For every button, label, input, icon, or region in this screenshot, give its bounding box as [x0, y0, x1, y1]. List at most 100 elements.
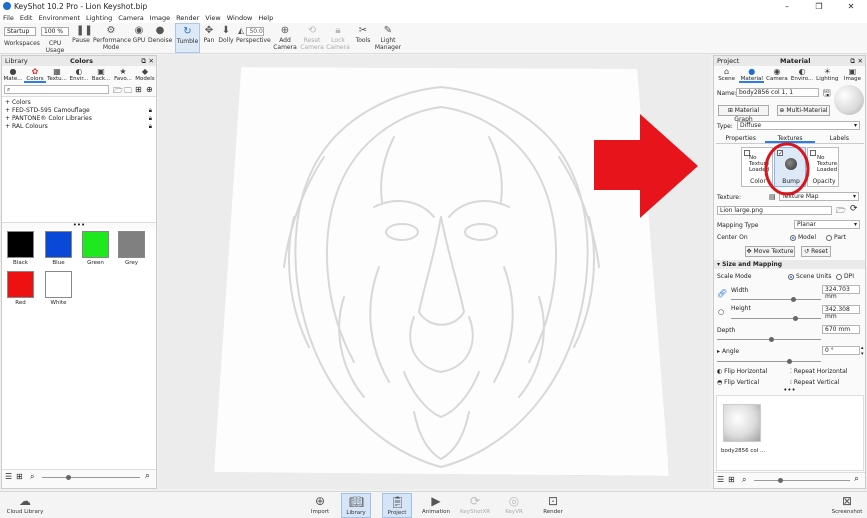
- scene-units-radio[interactable]: Scene Units: [788, 273, 832, 280]
- depth-field[interactable]: 670 mm: [822, 325, 860, 334]
- maximize-button[interactable]: ❐: [803, 0, 835, 13]
- menu-environment[interactable]: Environment: [38, 14, 80, 22]
- save-icon[interactable]: 🖫︎: [823, 86, 831, 102]
- menu-edit[interactable]: Edit: [20, 14, 33, 22]
- menu-lighting[interactable]: Lighting: [86, 14, 112, 22]
- tab-backplates[interactable]: ▣ Back...: [90, 66, 112, 83]
- multi-material-button[interactable]: ⊕ Multi-Material: [777, 105, 830, 116]
- grid-view-icon[interactable]: ⊞: [16, 472, 23, 481]
- width-field[interactable]: 324.703 mm: [822, 285, 860, 300]
- flip-horizontal-toggle[interactable]: ◐ Flip Horizontal: [717, 368, 767, 375]
- add-camera-button[interactable]: ⊕ Add Camera: [273, 23, 297, 51]
- angle-row[interactable]: ▸ Angle: [717, 348, 739, 355]
- menu-window[interactable]: Window: [227, 14, 253, 22]
- menu-camera[interactable]: Camera: [118, 14, 144, 22]
- swatch-black[interactable]: [7, 231, 34, 258]
- move-texture-button[interactable]: ✥ Move Texture: [745, 246, 795, 257]
- performance-mode-button[interactable]: ⚙ Performance Mode: [93, 23, 131, 51]
- project-button[interactable]: 📋︎ Project: [382, 493, 412, 518]
- swatch-red[interactable]: [7, 271, 34, 298]
- keyshotxr-button[interactable]: ⟳ KeyShotXR: [460, 493, 490, 515]
- zoom-in-icon[interactable]: ⌕: [145, 471, 150, 481]
- tools-button[interactable]: ✂ Tools: [354, 23, 372, 45]
- minimize-button[interactable]: –: [771, 0, 803, 13]
- splitter-handle[interactable]: •••: [714, 387, 865, 394]
- keyvr-button[interactable]: ◎ KeyVR: [499, 493, 529, 515]
- menu-view[interactable]: View: [205, 14, 220, 22]
- repeat-vertical-toggle[interactable]: ⁝ Repeat Vertical: [790, 379, 839, 386]
- menu-render[interactable]: Render: [176, 14, 199, 22]
- size-mapping-section-header[interactable]: ▾ Size and Mapping: [714, 260, 865, 269]
- folder-icon[interactable]: 🗁︎: [113, 85, 123, 99]
- zoom-in-icon[interactable]: ⌕: [854, 474, 859, 484]
- material-name-field[interactable]: body2856 col 1, 1: [736, 88, 819, 97]
- center-on-part-radio[interactable]: Part: [826, 234, 846, 241]
- workspace-select[interactable]: Startup: [4, 27, 36, 36]
- swatch-white[interactable]: [45, 271, 72, 298]
- material-type-select[interactable]: Diffuse ▾: [737, 121, 860, 130]
- grid-view-icon[interactable]: ⊞: [135, 85, 142, 94]
- perspective-field[interactable]: 50.0: [246, 26, 265, 36]
- flip-vertical-toggle[interactable]: ◓ Flip Vertical: [717, 379, 759, 386]
- menu-file[interactable]: File: [3, 14, 14, 22]
- height-slider[interactable]: [731, 316, 821, 321]
- tree-item-ral[interactable]: + RAL Colours 🔒︎: [2, 123, 156, 131]
- angle-slider[interactable]: [717, 359, 821, 364]
- pause-button[interactable]: ❚❚ Pause: [72, 23, 93, 45]
- tumble-button[interactable]: ↻ Tumble: [175, 23, 200, 53]
- height-field[interactable]: 342.308 mm: [822, 305, 860, 320]
- crosshair-icon[interactable]: ⊕: [146, 85, 153, 94]
- tree-item-colors[interactable]: + Colors: [2, 99, 156, 107]
- tab-environments[interactable]: ◐ Envir...: [68, 66, 90, 83]
- tree-item-pantone[interactable]: + PANTONE® Color Libraries 🔒︎: [2, 115, 156, 123]
- import-button[interactable]: ⊕ Import: [305, 493, 335, 515]
- tab-textures[interactable]: ▦ Textu...: [46, 66, 68, 83]
- cloud-library-button[interactable]: ☁ Cloud Library: [5, 493, 45, 515]
- swatch-green[interactable]: [82, 231, 109, 258]
- texture-file-field[interactable]: Lion large.png: [717, 206, 832, 215]
- library-button[interactable]: 📖︎ Library: [341, 493, 371, 518]
- tab-scene[interactable]: ⌂ Scene: [714, 66, 739, 83]
- material-thumbnail[interactable]: [723, 404, 761, 442]
- tab-camera[interactable]: ◉ Camera: [764, 66, 789, 83]
- panel-close-icon[interactable]: ✕: [858, 56, 863, 66]
- angle-field[interactable]: 0 °: [822, 346, 860, 355]
- depth-slider[interactable]: [717, 337, 821, 342]
- reset-button[interactable]: ↺ Reset: [801, 246, 831, 257]
- unlink-icon[interactable]: ○: [718, 308, 724, 316]
- reload-icon[interactable]: ⟳: [850, 204, 858, 214]
- tab-materials[interactable]: ● Mate...: [2, 66, 24, 83]
- tab-material[interactable]: ● Material: [739, 66, 765, 83]
- repeat-horizontal-toggle[interactable]: ⁚ Repeat Horizontal: [790, 368, 848, 375]
- material-preview-sphere[interactable]: [834, 85, 864, 115]
- zoom-out-icon[interactable]: ⌕: [742, 475, 746, 485]
- menu-help[interactable]: Help: [258, 14, 273, 22]
- reset-camera-button[interactable]: ⟲ Reset Camera: [300, 23, 324, 51]
- swatch-grey[interactable]: [118, 231, 145, 258]
- undock-icon[interactable]: ⧉: [850, 56, 855, 66]
- swatch-blue[interactable]: [45, 231, 72, 258]
- dpi-radio[interactable]: DPI: [836, 273, 854, 280]
- dolly-button[interactable]: ⬇ Dolly: [217, 23, 235, 45]
- tab-favorites[interactable]: ★ Favo...: [112, 66, 134, 83]
- center-on-model-radio[interactable]: Model: [790, 234, 816, 241]
- open-folder-icon[interactable]: 🗀︎: [124, 85, 132, 99]
- link-icon[interactable]: 🔗︎: [717, 289, 727, 298]
- grid-view-icon[interactable]: ⊞: [728, 475, 735, 484]
- mapping-type-select[interactable]: Planar ▾: [794, 220, 860, 229]
- open-file-icon[interactable]: 🗁︎: [836, 205, 846, 219]
- panel-close-icon[interactable]: ✕: [149, 56, 154, 66]
- animation-button[interactable]: ▶ Animation: [421, 493, 451, 515]
- pan-button[interactable]: ✥ Pan: [201, 23, 217, 45]
- cpu-usage-select[interactable]: 100 %: [41, 27, 69, 36]
- angle-spinner[interactable]: ▴ ▾: [861, 345, 864, 357]
- lock-camera-button[interactable]: 🔒︎ Lock Camera: [326, 23, 350, 51]
- tab-colors[interactable]: ✿ Colors: [24, 66, 46, 83]
- render-button[interactable]: ⊡ Render: [538, 493, 568, 515]
- tab-lighting[interactable]: ☀ Lighting: [815, 66, 840, 83]
- tree-item-fed-std[interactable]: + FED-STD-595 Camouflage 🔒︎: [2, 107, 156, 115]
- tab-environment[interactable]: ◐ Enviro...: [790, 66, 815, 83]
- thumbnail-size-slider[interactable]: [42, 475, 140, 480]
- width-slider[interactable]: [731, 297, 821, 302]
- list-view-icon[interactable]: ☰: [717, 475, 724, 484]
